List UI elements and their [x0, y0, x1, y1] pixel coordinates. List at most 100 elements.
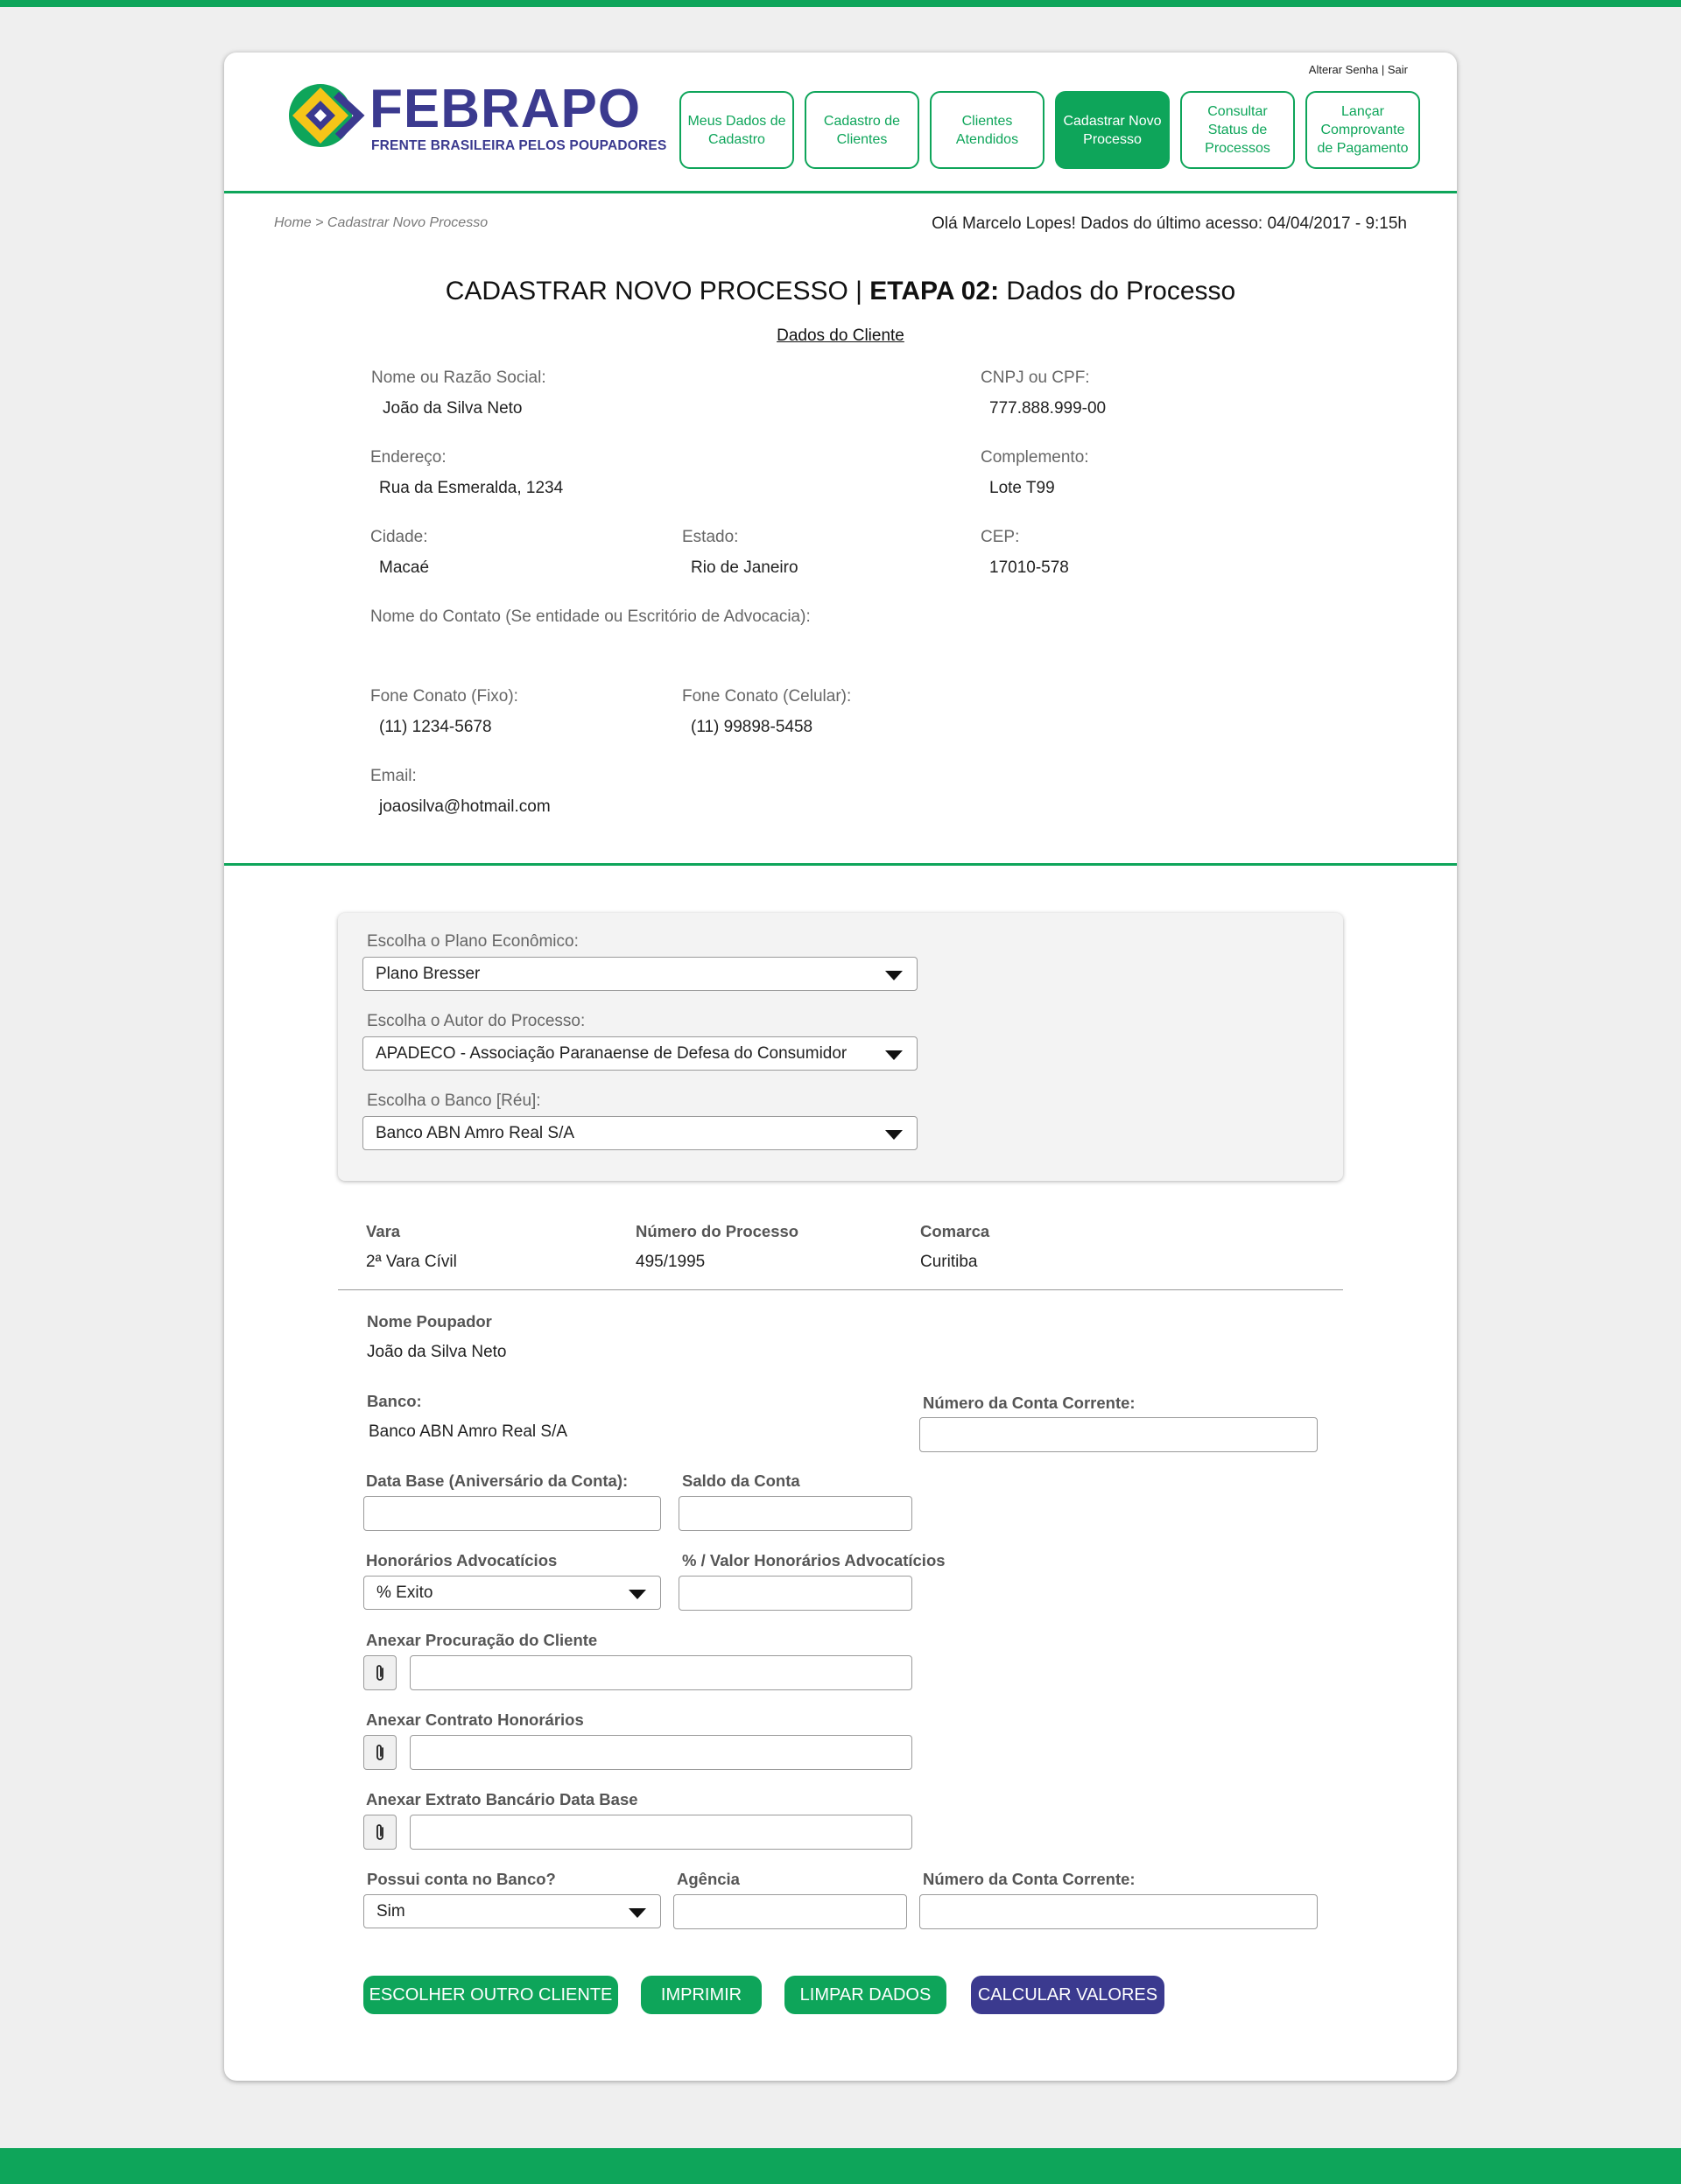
nav-meus-dados[interactable]: Meus Dados de Cadastro: [679, 91, 794, 169]
nav-clientes-atendidos[interactable]: Clientes Atendidos: [930, 91, 1044, 169]
autor-select[interactable]: APADECO - Associação Paranaense de Defes…: [362, 1036, 918, 1071]
anexo-contrato-label: Anexar Contrato Honorários: [366, 1710, 584, 1729]
logo-emblem-icon: [289, 84, 365, 147]
email-label: Email:: [370, 767, 417, 785]
title-prefix: CADASTRAR NOVO PROCESSO |: [445, 277, 870, 305]
agencia-label: Agência: [677, 1870, 740, 1888]
state-value: Rio de Janeiro: [691, 558, 798, 577]
vara-value: 2ª Vara Cívil: [366, 1253, 457, 1271]
process-divider: [338, 1289, 1343, 1290]
febrapo-logo[interactable]: FEBRAPO FRENTE BRASILEIRA PELOS POUPADOR…: [285, 79, 666, 153]
honorarios-label: Honorários Advocatícios: [366, 1551, 558, 1570]
doc-value: 777.888.999-00: [989, 399, 1107, 418]
title-stage: ETAPA 02:: [869, 277, 1000, 305]
imprimir-button[interactable]: IMPRIMIR: [641, 1976, 762, 2014]
poupador-value: João da Silva Neto: [367, 1343, 507, 1361]
chevron-down-icon: [885, 971, 903, 980]
banco-label: Escolha o Banco [Réu]:: [367, 1092, 541, 1110]
cep-value: 17010-578: [989, 558, 1069, 577]
attach-extrato-button[interactable]: [363, 1815, 397, 1850]
address-label: Endereço:: [370, 448, 447, 467]
nav-lancar-comprovante[interactable]: Lançar Comprovante de Pagamento: [1305, 91, 1420, 169]
address-value: Rua da Esmeralda, 1234: [379, 479, 564, 497]
selection-panel: Escolha o Plano Econômico: Plano Bresser…: [338, 913, 1343, 1181]
poupador-label: Nome Poupador: [367, 1312, 492, 1331]
anexo-extrato-label: Anexar Extrato Bancário Data Base: [366, 1790, 638, 1808]
phone-fixed-value: (11) 1234-5678: [379, 718, 492, 736]
escolher-outro-cliente-button[interactable]: ESCOLHER OUTRO CLIENTE: [363, 1976, 618, 2014]
complement-label: Complemento:: [981, 448, 1089, 467]
autor-selected: APADECO - Associação Paranaense de Defes…: [376, 1044, 848, 1063]
anexo-procuracao-label: Anexar Procuração do Cliente: [366, 1631, 598, 1649]
plano-label: Escolha o Plano Econômico:: [367, 932, 579, 951]
contact-label: Nome do Contato (Se entidade ou Escritór…: [370, 607, 811, 626]
banco-selected: Banco ABN Amro Real S/A: [376, 1124, 575, 1142]
phone-fixed-label: Fone Conato (Fixo):: [370, 687, 518, 706]
bottom-accent-stripe: [0, 2148, 1681, 2184]
conta2-label: Número da Conta Corrente:: [923, 1870, 1136, 1888]
greeting-text: Olá Marcelo Lopes! Dados do último acess…: [932, 214, 1407, 233]
header-divider: [224, 191, 1457, 193]
logo-wordmark: FEBRAPO: [369, 79, 642, 139]
phone-mobile-value: (11) 99898-5458: [691, 718, 813, 736]
nav-cadastro-clientes[interactable]: Cadastro de Clientes: [805, 91, 919, 169]
cep-label: CEP:: [981, 528, 1020, 546]
conta-input[interactable]: [919, 1417, 1318, 1452]
form-banco-value: Banco ABN Amro Real S/A: [369, 1422, 568, 1441]
banco-select[interactable]: Banco ABN Amro Real S/A: [362, 1116, 918, 1150]
data-base-input[interactable]: [363, 1496, 661, 1531]
breadcrumb[interactable]: Home > Cadastrar Novo Processo: [274, 215, 488, 231]
data-base-label: Data Base (Aniversário da Conta):: [366, 1471, 629, 1490]
state-label: Estado:: [682, 528, 739, 546]
plano-select[interactable]: Plano Bresser: [362, 957, 918, 991]
plano-selected: Plano Bresser: [376, 965, 481, 983]
section-divider: [224, 863, 1457, 866]
attach-procuracao-button[interactable]: [363, 1655, 397, 1690]
nav-cadastrar-processo[interactable]: Cadastrar Novo Processo: [1055, 91, 1170, 169]
paperclip-icon: [376, 1665, 383, 1681]
limpar-dados-button[interactable]: LIMPAR DADOS: [784, 1976, 946, 2014]
honorarios-selected: % Exito: [376, 1584, 433, 1602]
possui-conta-label: Possui conta no Banco?: [367, 1870, 556, 1888]
valor-honorarios-input[interactable]: [679, 1576, 912, 1611]
main-card: Alterar Senha | Sair FEBRAPO FRENTE BRAS…: [224, 53, 1457, 2081]
account-links[interactable]: Alterar Senha | Sair: [1309, 63, 1408, 76]
saldo-label: Saldo da Conta: [682, 1471, 800, 1490]
saldo-input[interactable]: [679, 1496, 912, 1531]
name-label: Nome ou Razão Social:: [371, 369, 546, 387]
nav-consultar-status[interactable]: Consultar Status de Processos: [1180, 91, 1295, 169]
chevron-down-icon: [629, 1908, 646, 1918]
contrato-file-input[interactable]: [410, 1735, 912, 1770]
procuracao-file-input[interactable]: [410, 1655, 912, 1690]
possui-conta-select[interactable]: Sim: [363, 1894, 661, 1928]
page-title: CADASTRAR NOVO PROCESSO | ETAPA 02: Dado…: [224, 277, 1457, 306]
conta2-input[interactable]: [919, 1894, 1318, 1929]
chevron-down-icon: [885, 1130, 903, 1140]
complement-value: Lote T99: [989, 479, 1055, 497]
comarca-value: Curitiba: [920, 1253, 978, 1271]
vara-label: Vara: [366, 1222, 401, 1240]
conta-label: Número da Conta Corrente:: [923, 1394, 1136, 1412]
phone-mobile-label: Fone Conato (Celular):: [682, 687, 852, 706]
paperclip-icon: [376, 1745, 383, 1760]
calcular-valores-button[interactable]: CALCULAR VALORES: [971, 1976, 1164, 2014]
name-value: João da Silva Neto: [383, 399, 523, 418]
agencia-input[interactable]: [673, 1894, 907, 1929]
title-suffix: Dados do Processo: [999, 277, 1236, 305]
valor-honorarios-label: % / Valor Honorários Advocatícios: [682, 1551, 946, 1570]
city-value: Macaé: [379, 558, 430, 577]
logo-tagline: FRENTE BRASILEIRA PELOS POUPADORES: [371, 138, 667, 153]
attach-contrato-button[interactable]: [363, 1735, 397, 1770]
numero-processo-value: 495/1995: [636, 1253, 706, 1271]
form-banco-label: Banco:: [367, 1392, 422, 1410]
email-value: joaosilva@hotmail.com: [379, 797, 551, 816]
autor-label: Escolha o Autor do Processo:: [367, 1012, 586, 1030]
paperclip-icon: [376, 1824, 383, 1840]
honorarios-select[interactable]: % Exito: [363, 1576, 661, 1610]
extrato-file-input[interactable]: [410, 1815, 912, 1850]
top-accent-stripe: [0, 0, 1681, 7]
client-section-title: Dados do Cliente: [777, 327, 904, 345]
doc-label: CNPJ ou CPF:: [981, 369, 1090, 387]
city-label: Cidade:: [370, 528, 428, 546]
chevron-down-icon: [885, 1050, 903, 1060]
